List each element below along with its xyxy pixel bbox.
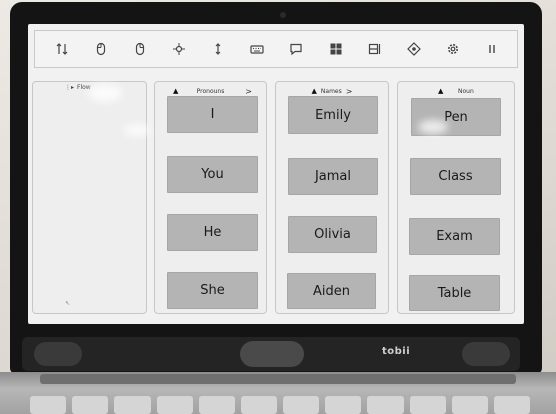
word-button-name-1[interactable]: Emily: [288, 96, 378, 134]
pronouns-panel: ▲ Pronouns > I You He She: [154, 81, 267, 314]
pronouns-title: Pronouns: [196, 87, 225, 95]
back-triangle-icon[interactable]: ▲: [312, 87, 317, 95]
scroll-icon[interactable]: [209, 40, 227, 58]
right-click-icon[interactable]: [131, 40, 149, 58]
eye-tracker-sensor-right: [462, 342, 510, 366]
word-button-name-4[interactable]: Aiden: [287, 273, 376, 309]
sort-icon[interactable]: [53, 40, 71, 58]
back-triangle-icon[interactable]: ▲: [438, 87, 443, 95]
noun-title: Noun: [458, 87, 474, 95]
next-page-chevron-icon[interactable]: >: [346, 87, 353, 96]
flow-header: ⋮▸ Flow: [65, 84, 91, 91]
task-switcher-icon[interactable]: [366, 40, 384, 58]
gaze-toolbar: [34, 30, 518, 68]
keyboard-row: [30, 396, 531, 414]
glare-reflection: [124, 124, 150, 136]
flow-panel: ⋮▸ Flow ↖: [32, 81, 147, 314]
noun-header: ▲ Noun: [398, 84, 514, 98]
webcam: [280, 12, 286, 18]
word-button-noun-3[interactable]: Exam: [409, 218, 500, 255]
left-click-icon[interactable]: [92, 40, 110, 58]
word-button-name-3[interactable]: Olivia: [288, 216, 377, 253]
word-button-pronoun-3[interactable]: He: [167, 214, 258, 251]
settings-icon[interactable]: [444, 40, 462, 58]
windows-start-icon[interactable]: [327, 40, 345, 58]
noun-panel: ▲ Noun Pen Class Exam Table: [397, 81, 515, 314]
word-button-noun-2[interactable]: Class: [410, 158, 501, 195]
eye-tracker-sensor-left: [34, 342, 82, 366]
laptop-hinge: [40, 374, 516, 384]
eye-tracker-sensor-center: [240, 341, 304, 367]
gaze-icon[interactable]: [405, 40, 423, 58]
glare-reflection: [418, 120, 448, 134]
keyboard-icon[interactable]: [248, 40, 266, 58]
back-triangle-icon[interactable]: ▲: [173, 87, 178, 95]
word-button-pronoun-1[interactable]: I: [167, 96, 258, 133]
tobii-logo: tobii: [382, 346, 411, 357]
pause-icon[interactable]: [483, 40, 501, 58]
glare-reflection: [88, 84, 122, 102]
next-page-chevron-icon[interactable]: >: [245, 87, 252, 96]
drag-icon[interactable]: [170, 40, 188, 58]
word-button-pronoun-2[interactable]: You: [167, 156, 258, 193]
word-button-name-2[interactable]: Jamal: [288, 158, 378, 195]
screen: ⋮▸ Flow ↖ ▲ Pronouns > I You He She ▲ Na…: [28, 24, 524, 324]
word-button-noun-4[interactable]: Table: [409, 275, 500, 311]
word-button-pronoun-4[interactable]: She: [167, 272, 258, 309]
names-title: Names: [320, 87, 342, 95]
mouse-cursor-icon: ↖: [65, 300, 71, 307]
names-panel: ▲ Names > Emily Jamal Olivia Aiden: [275, 81, 389, 314]
chat-icon[interactable]: [287, 40, 305, 58]
flow-icon: ⋮▸: [65, 84, 75, 91]
